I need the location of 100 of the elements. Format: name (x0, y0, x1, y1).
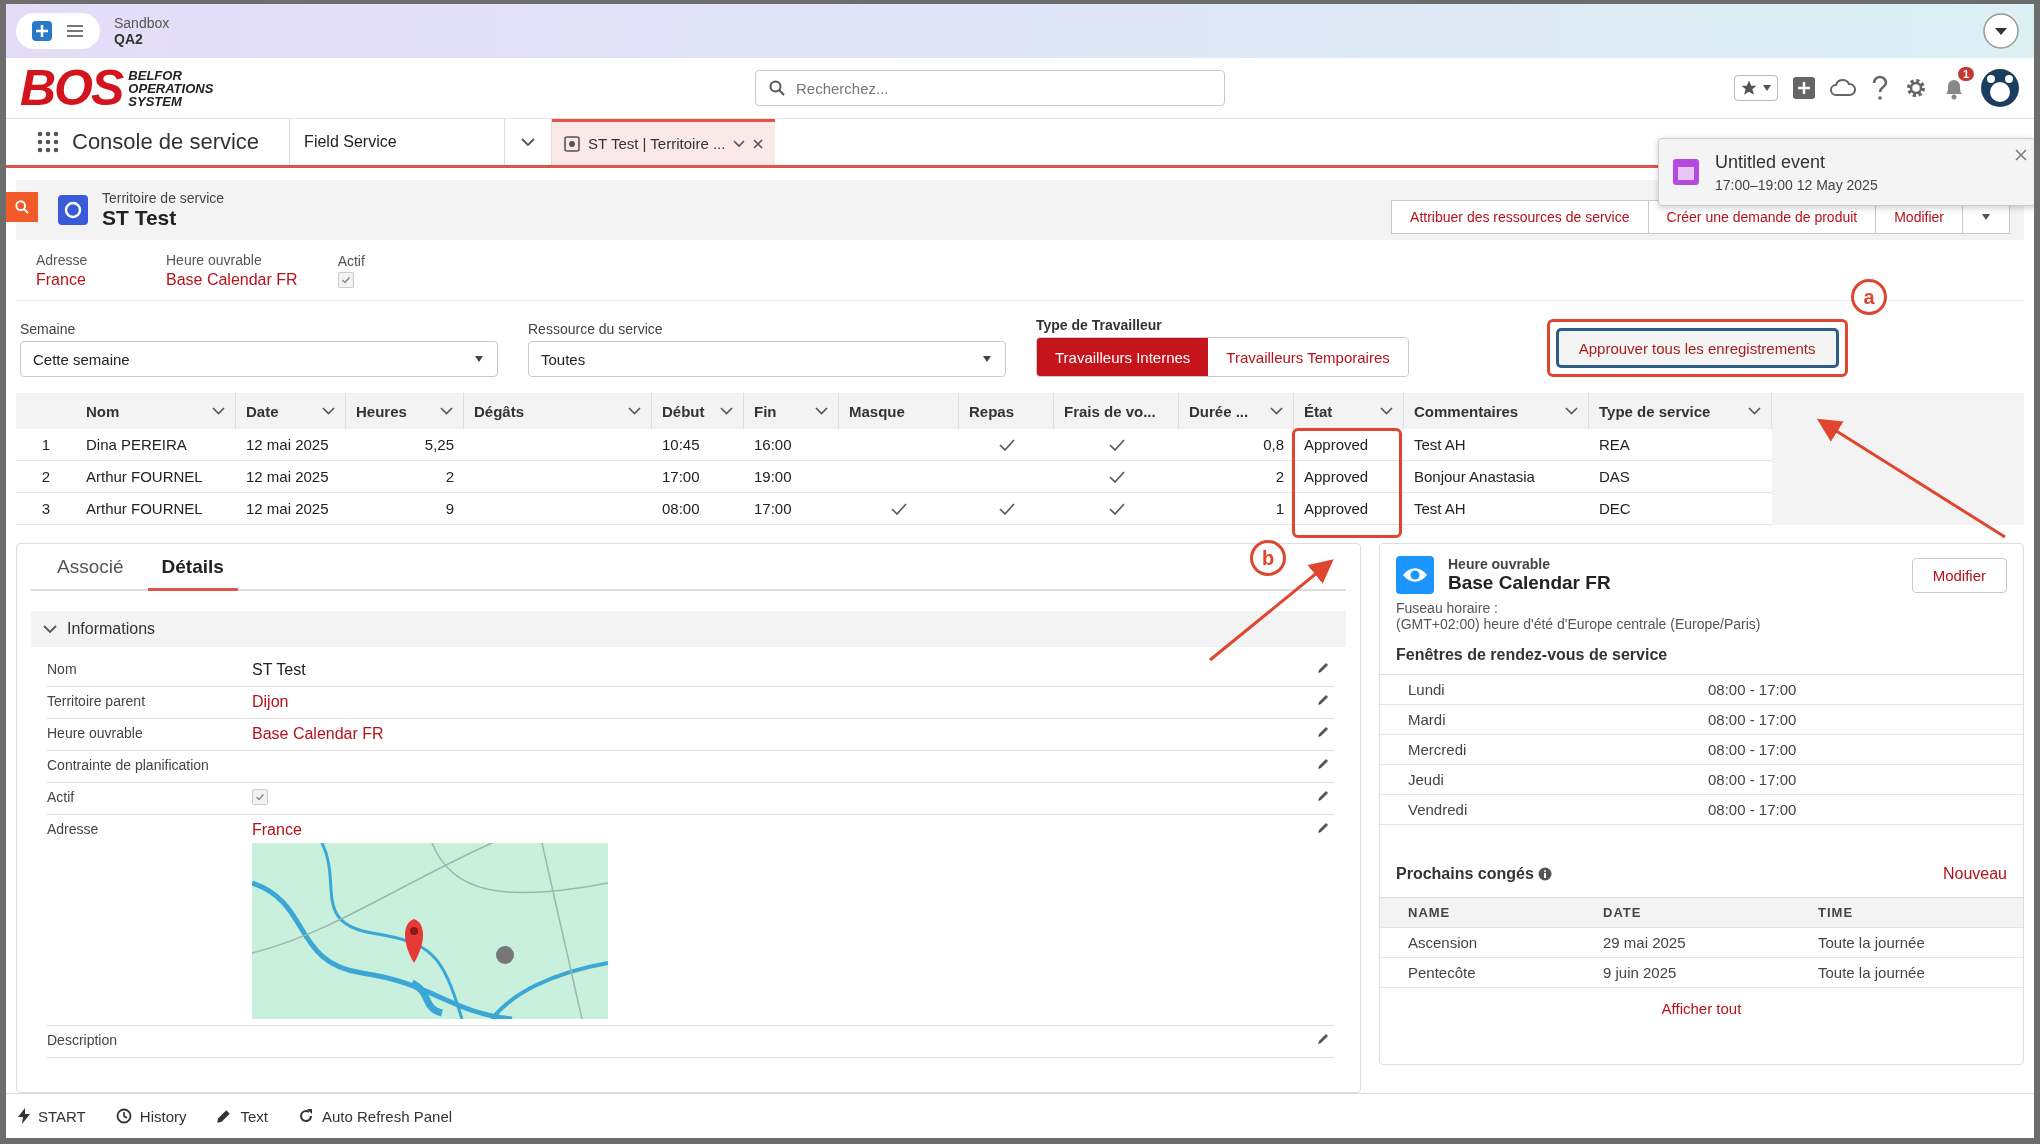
field-label: Adresse (47, 821, 100, 837)
edit-icon[interactable] (1316, 1032, 1330, 1046)
edit-icon[interactable] (1316, 789, 1330, 803)
table-cell: DEC (1599, 500, 1631, 517)
row-number: 1 (41, 436, 51, 453)
column-header[interactable]: État (1294, 393, 1404, 429)
avatar-icon[interactable] (1980, 68, 2020, 108)
table-cell: 2 (445, 468, 454, 485)
edit-icon[interactable] (1316, 821, 1330, 835)
table-cell: 12 mai 2025 (246, 436, 329, 453)
favorites-button[interactable] (1734, 75, 1778, 101)
hours-value: 08:00 - 17:00 (1708, 771, 1797, 788)
object-type: Heure ouvrable (1448, 556, 1551, 572)
chevron-icon (815, 407, 828, 415)
record-icon (564, 135, 581, 152)
eye-icon (1396, 556, 1434, 594)
tab[interactable]: Associé (43, 544, 138, 591)
approve-all-button[interactable]: Approuver tous les enregistrements (1555, 328, 1839, 368)
add-icon[interactable] (1792, 76, 1816, 100)
table-cell: 12 mai 2025 (246, 500, 329, 517)
table-cell: 1 (1275, 500, 1284, 517)
chevron-icon (1380, 407, 1393, 415)
chevron-icon (1270, 407, 1283, 415)
table-cell: 12 mai 2025 (246, 468, 329, 485)
table-cell: REA (1599, 436, 1630, 453)
caret-icon (1981, 213, 1991, 221)
section-header[interactable]: Informations (31, 611, 1346, 647)
field-link[interactable]: Base Calendar FR (252, 725, 384, 743)
record-name: ST Test (102, 206, 178, 230)
view-all-link[interactable]: Afficher tout (1661, 1000, 1742, 1017)
logo-subtitle: BELFOR (128, 68, 183, 82)
close-icon[interactable] (2015, 149, 2027, 161)
table-cell: Approved (1304, 468, 1369, 485)
table-cell-text: Ascension (1408, 934, 1479, 951)
notification-badge: 1 (1957, 67, 1974, 81)
table-cell-text: 29 mai 2025 (1603, 934, 1687, 951)
search-field[interactable]: Recherchez... (755, 70, 1225, 106)
utility-item[interactable]: History (115, 1107, 187, 1125)
table-cell: Bonjour Anastasia (1414, 468, 1535, 485)
day-label: Mardi (1408, 711, 1447, 728)
table-cell-text: Pentecôte (1408, 964, 1477, 981)
field-link[interactable]: Base Calendar FR (166, 270, 298, 289)
workspace-tab[interactable]: ST Test | Territoire ... (552, 119, 776, 165)
utility-item[interactable]: START (18, 1107, 86, 1125)
day-label: Jeudi (1408, 771, 1445, 788)
search-icon (15, 200, 29, 214)
table-cell: 0,8 (1263, 436, 1284, 453)
table-cell: Toute la journée (1818, 934, 1925, 951)
territory-icon (58, 195, 88, 225)
settings-icon[interactable] (1904, 76, 1928, 100)
column-header: NAME (1408, 905, 1452, 920)
edit-icon[interactable] (1316, 725, 1330, 739)
clock-icon (115, 1108, 132, 1124)
table-cell: Test AH (1414, 500, 1466, 517)
info-icon (1537, 867, 1552, 881)
app-grid-icon[interactable] (36, 130, 60, 154)
field-label: Nom (47, 661, 78, 677)
environment-label: Sandbox (114, 15, 170, 31)
action-button[interactable]: Attribuer des ressources de service (1391, 200, 1649, 234)
table-row[interactable]: 3 Arthur FOURNEL 12 mai 2025 9 08:00 17:00 1 Approved Test AH DEC (16, 493, 1772, 525)
edit-icon[interactable] (1316, 661, 1330, 675)
dropdown-button[interactable] (1982, 12, 2020, 50)
hours-value: 08:00 - 17:00 (1708, 681, 1797, 698)
utility-item[interactable]: Auto Refresh Panel (298, 1107, 453, 1125)
table-cell: 10:45 (662, 436, 700, 453)
edit-button[interactable]: Modifier (1911, 557, 2007, 593)
object-menu[interactable]: Field Service (289, 119, 505, 165)
table-row[interactable]: 2 Arthur FOURNEL 12 mai 2025 2 17:00 19:00 2 Approved Bonjour Anastasia DAS (16, 461, 1772, 493)
plus-icon (30, 19, 54, 43)
week-select[interactable]: Cette semaine (20, 341, 498, 377)
chevron-icon (733, 139, 746, 148)
hours-value: 08:00 - 17:00 (1708, 801, 1797, 818)
table-row[interactable]: 1 Dina PEREIRA 12 mai 2025 5,25 10:45 16:00 0,8 Approved Test AH REA (16, 429, 1772, 461)
field-link[interactable]: Dijon (252, 693, 289, 711)
edit-icon[interactable] (1316, 757, 1330, 771)
search-tab[interactable] (6, 192, 38, 222)
table-cell: Arthur FOURNEL (86, 500, 203, 517)
field-label: Heure ouvrable (166, 251, 263, 268)
column-header: TIME (1818, 905, 1854, 920)
table-cell: Toute la journée (1818, 964, 1925, 981)
resource-select[interactable]: Toutes (528, 341, 1006, 377)
cloud-icon[interactable] (1830, 77, 1856, 99)
edit-icon[interactable] (1316, 693, 1330, 707)
app-launcher-button[interactable] (16, 13, 100, 49)
hours-value: 08:00 - 17:00 (1708, 711, 1797, 728)
day-label: Mercredi (1408, 741, 1468, 758)
field-link[interactable]: France (252, 821, 302, 839)
close-icon[interactable] (753, 138, 764, 149)
table-cell: 17:00 (662, 468, 700, 485)
help-icon[interactable] (1870, 75, 1890, 101)
segment-button[interactable]: Travailleurs Internes (1037, 338, 1209, 376)
refresh-icon (298, 1108, 314, 1124)
notification-toast[interactable]: Untitled event 17:00–19:00 12 May 2025 (1658, 138, 2034, 206)
field-link[interactable]: France (36, 270, 126, 289)
chevron-icon (1565, 407, 1578, 415)
annotation-marker: a (1851, 279, 1887, 315)
field-label: Actif (47, 789, 76, 805)
new-link[interactable]: Nouveau (1942, 865, 2007, 883)
utility-item[interactable]: Text (216, 1107, 268, 1125)
tab[interactable]: Détails (147, 544, 238, 591)
